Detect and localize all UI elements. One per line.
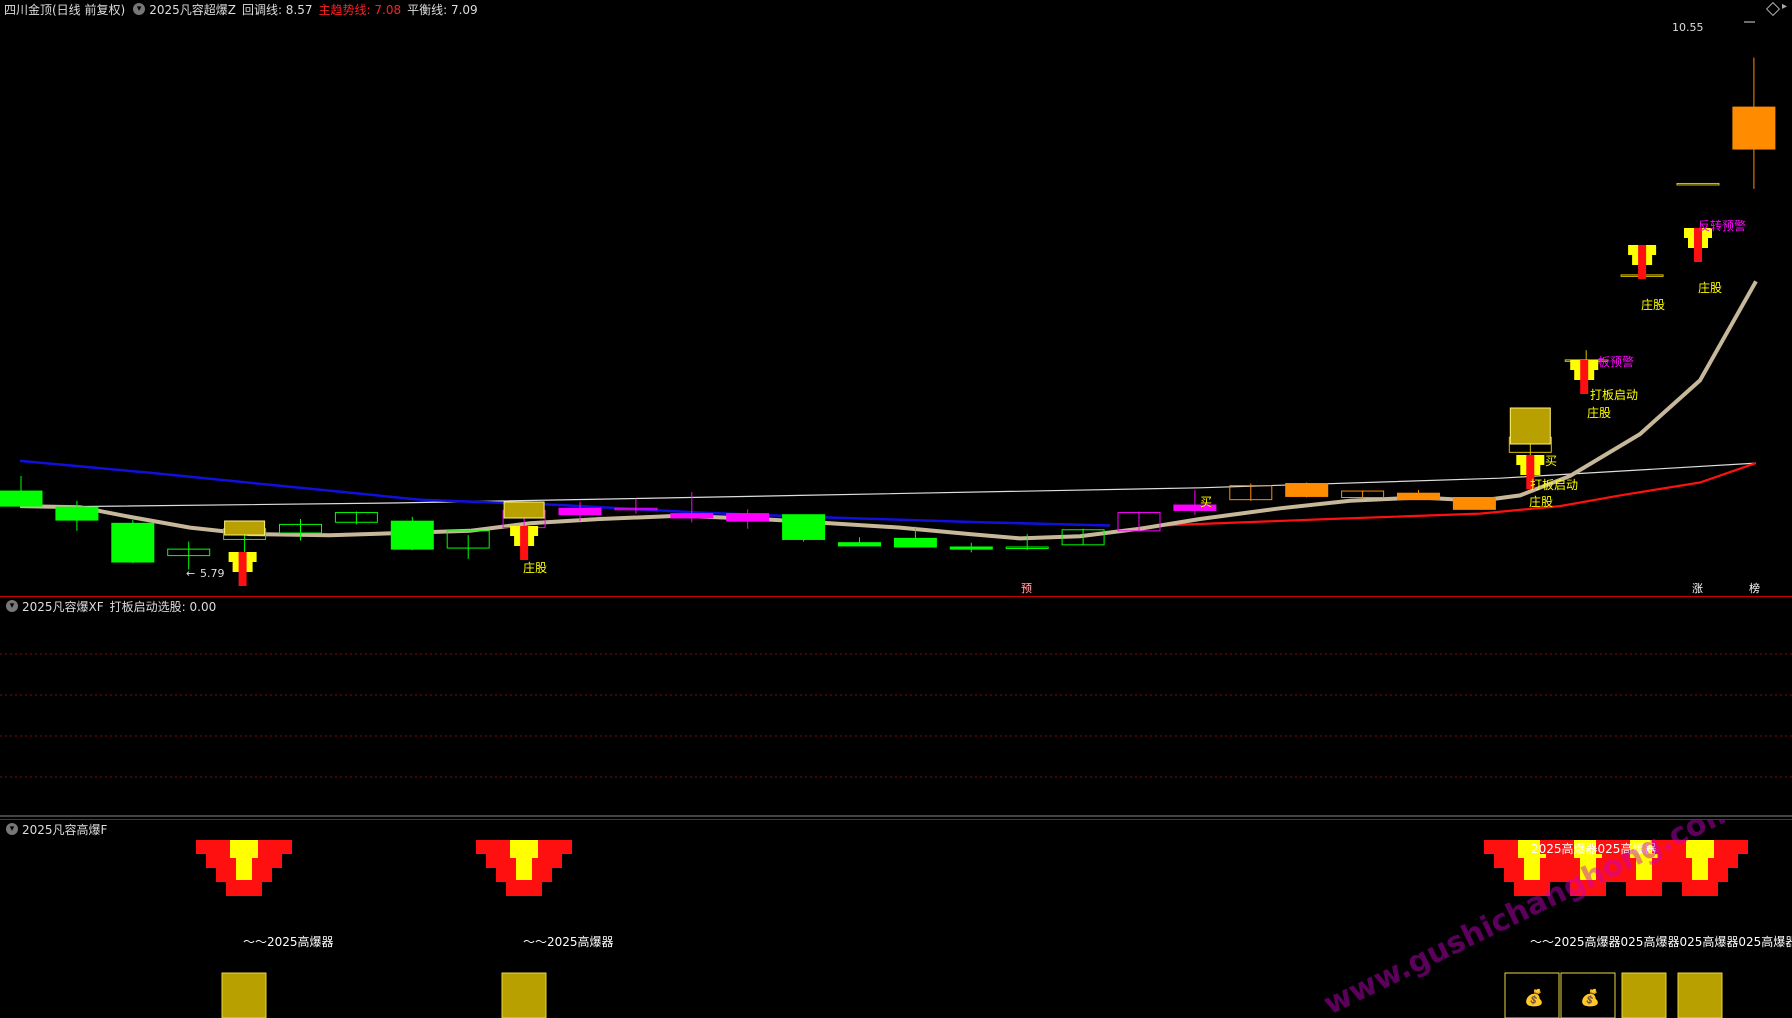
funnel-6-core xyxy=(1694,228,1702,262)
funnel-1-core xyxy=(238,552,247,586)
candle-body xyxy=(893,537,937,548)
candle-body xyxy=(782,514,826,540)
candle-body xyxy=(1732,106,1776,150)
price-high-label: 10.55 xyxy=(1672,21,1704,34)
candle-body xyxy=(1452,497,1496,510)
mai-label-2: 买 xyxy=(1545,454,1557,468)
yellow-bar-3 xyxy=(1509,407,1551,445)
gaobaoqi-label-2: ～～2025高爆器 xyxy=(523,934,614,949)
yellow-bar-2 xyxy=(503,501,545,519)
gaobaoqi-label-1: ～～2025高爆器 xyxy=(243,934,334,949)
main-trend-line xyxy=(1159,462,1757,527)
zhuanggu-label-3: 庄股 xyxy=(1587,405,1611,420)
candle-body xyxy=(949,546,993,550)
ban-yujing-label: 板预警 xyxy=(1598,354,1634,369)
sub1-grid xyxy=(0,653,1792,817)
sub-pane-2: ▾ 2025凡容高爆F 💰 💰 ～～2025高爆器 ～～2025高爆器 2025高… xyxy=(0,820,1792,1018)
funnel-2-core xyxy=(520,526,529,560)
candle-body xyxy=(111,522,155,563)
candle-body xyxy=(390,520,434,550)
candle-body xyxy=(838,542,881,547)
yellow-bar-1 xyxy=(224,520,266,536)
candlestick-chart: 庄股买打板启动庄股买板预警打板启动庄股庄股反转预警庄股 10.55 5.79 ←… xyxy=(0,21,1776,595)
candle-body xyxy=(558,507,602,516)
funnel-5-core xyxy=(1638,245,1647,279)
pillar-2 xyxy=(501,972,547,1018)
price-low-label: 5.79 xyxy=(200,567,225,580)
zhuanggu-label-4: 庄股 xyxy=(1641,297,1665,312)
candle-body xyxy=(1397,492,1440,501)
candle-body xyxy=(0,490,43,507)
mai-label-1: 买 xyxy=(1200,495,1212,509)
funnel-4-core xyxy=(1580,360,1589,394)
pillar-4 xyxy=(1677,972,1723,1018)
pillar-1 xyxy=(221,972,267,1018)
candle-body xyxy=(1285,483,1329,497)
zhuanggu-label-1: 庄股 xyxy=(523,560,547,575)
daban-label-2: 打板启动 xyxy=(1590,388,1638,402)
low-arrow-icon: ← xyxy=(186,567,195,580)
bottom-marker-zhang: 涨 xyxy=(1692,582,1703,595)
bottom-marker-bang: 榜 xyxy=(1749,581,1760,595)
candle-body xyxy=(55,506,99,521)
gaobaoqi-label-right: ～～2025高爆器025高爆器025高爆器025高爆器 xyxy=(1530,934,1792,949)
candle-body xyxy=(670,513,714,519)
candle-body xyxy=(1676,182,1720,186)
bottom-marker-yu: 预 xyxy=(1021,582,1032,595)
gaobaoqi-chart: 💰 💰 ～～2025高爆器 ～～2025高爆器 2025高爆器025高爆器 ～～2… xyxy=(196,820,1792,1018)
fanzhuan-label: 反转预警 xyxy=(1698,218,1746,233)
moneybag-icon: 💰 xyxy=(1580,988,1600,1007)
zhuanggu-label-5: 庄股 xyxy=(1698,280,1722,295)
main-pane: 四川金顶(日线 前复权) ▾ 2025凡容超爆Z 回调线: 8.57 主趋势线:… xyxy=(0,0,1792,596)
zhuanggu-label-2: 庄股 xyxy=(1529,494,1553,509)
moneybag-icon: 💰 xyxy=(1524,988,1544,1007)
candle-body xyxy=(726,513,770,522)
daban-label-1: 打板启动 xyxy=(1530,478,1578,492)
pillar-3 xyxy=(1621,972,1667,1018)
sub-pane-1: ▾ 2025凡容爆XF 打板启动选股: 0.00 xyxy=(0,597,1792,819)
